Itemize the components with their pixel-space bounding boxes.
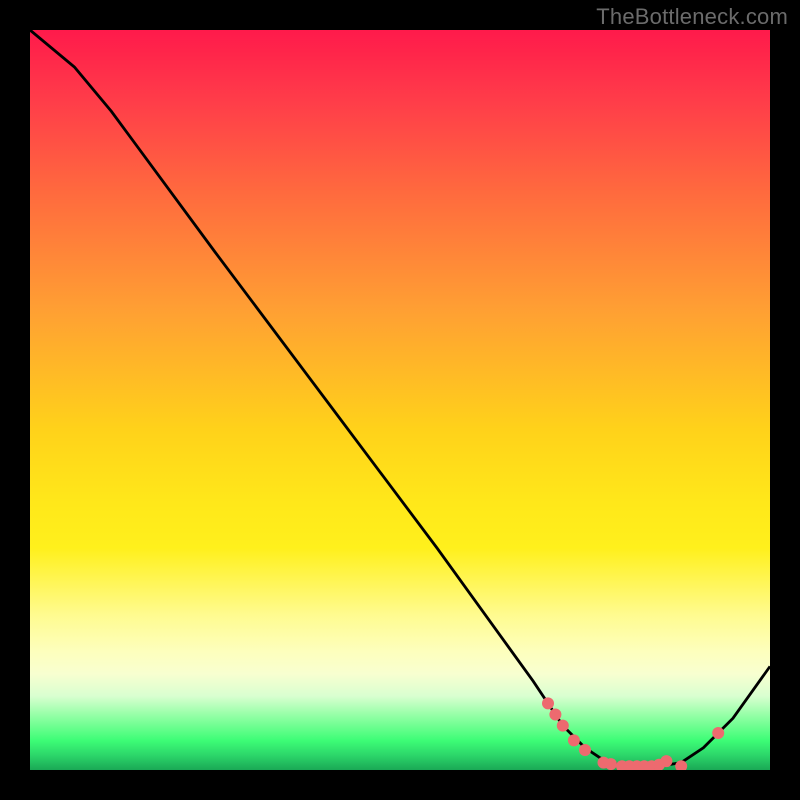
data-marker bbox=[557, 720, 569, 732]
data-marker bbox=[568, 734, 580, 746]
data-marker bbox=[605, 758, 617, 770]
data-marker bbox=[712, 727, 724, 739]
chart-svg bbox=[30, 30, 770, 770]
data-marker bbox=[675, 760, 687, 770]
watermark-text: TheBottleneck.com bbox=[596, 4, 788, 30]
data-marker bbox=[542, 697, 554, 709]
data-marker bbox=[579, 744, 591, 756]
data-marker bbox=[549, 709, 561, 721]
bottleneck-curve bbox=[30, 30, 770, 766]
data-marker bbox=[660, 755, 672, 767]
chart-gradient-background bbox=[30, 30, 770, 770]
